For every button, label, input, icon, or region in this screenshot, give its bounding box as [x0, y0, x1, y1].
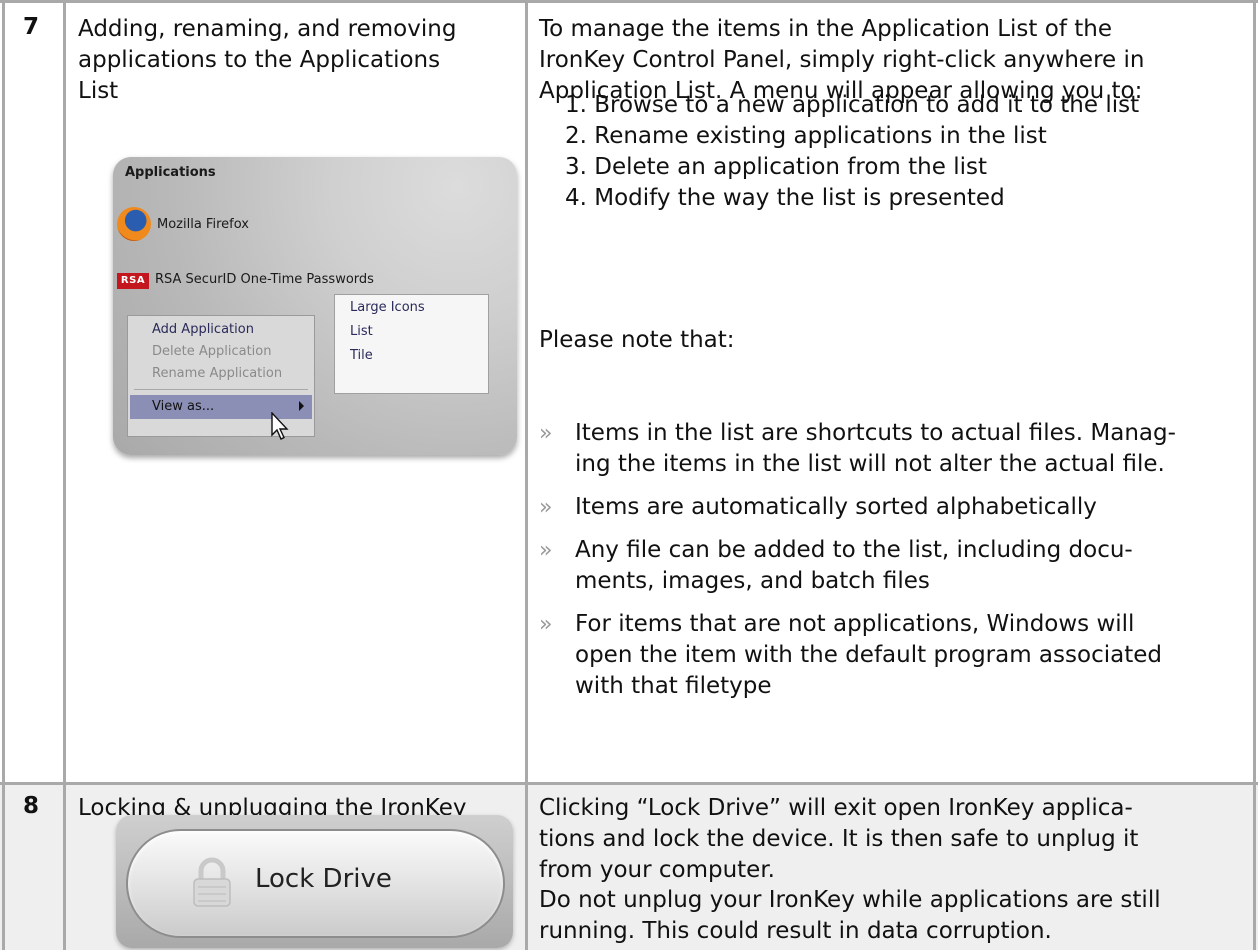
steps-list: 1. Browse to a new application to add it…: [565, 90, 1139, 214]
title-line: applications to the Applications: [78, 47, 441, 73]
desc-line: from your computer.: [539, 857, 775, 883]
desc-line: tions and lock the device. It is then sa…: [539, 826, 1139, 852]
submenu-arrow-icon: [299, 401, 304, 411]
lock-drive-label: Lock Drive: [255, 864, 392, 894]
menu-item-rename-application[interactable]: Rename Application: [152, 366, 282, 381]
padlock-icon: [193, 857, 231, 907]
row-number: 7: [23, 14, 40, 40]
applications-panel-screenshot: Applications Mozilla Firefox RSA RSA Sec…: [113, 157, 517, 455]
note-line: For items that are not applications, Win…: [575, 611, 1135, 637]
view-as-submenu: Large Icons List Tile: [334, 294, 489, 394]
note-item: » Items in the list are shortcuts to act…: [539, 418, 1249, 480]
menu-item-delete-application[interactable]: Delete Application: [152, 344, 271, 359]
double-chevron-icon: »: [539, 421, 553, 446]
note-line: with that filetype: [575, 673, 772, 699]
firefox-icon: [117, 207, 151, 241]
desc-line: IronKey Control Panel, simply right-clic…: [539, 47, 1145, 73]
row-description: Clicking “Lock Drive” will exit open Iro…: [539, 793, 1254, 886]
grid-line: [2, 0, 5, 950]
menu-separator: [134, 389, 308, 390]
double-chevron-icon: »: [539, 495, 553, 520]
note-line: ments, images, and batch files: [575, 568, 930, 594]
note-line: Any file can be added to the list, inclu…: [575, 537, 1133, 563]
menu-item-add-application[interactable]: Add Application: [152, 322, 254, 337]
double-chevron-icon: »: [539, 538, 553, 563]
submenu-item-large-icons[interactable]: Large Icons: [350, 300, 425, 315]
note-item: » Items are automatically sorted alphabe…: [539, 492, 1249, 523]
notes-list: » Items in the list are shortcuts to act…: [539, 418, 1249, 714]
grid-line: [525, 0, 528, 950]
desc-line: Clicking “Lock Drive” will exit open Iro…: [539, 795, 1133, 821]
submenu-item-tile[interactable]: Tile: [350, 348, 373, 363]
note-item: » For items that are not applications, W…: [539, 609, 1249, 702]
row-number: 8: [23, 793, 40, 819]
note-item: » Any file can be added to the list, inc…: [539, 535, 1249, 597]
desc-line: To manage the items in the Application L…: [539, 16, 1112, 42]
submenu-item-list[interactable]: List: [350, 324, 373, 339]
grid-line: [63, 0, 66, 950]
warning-line: Do not unplug your IronKey while applica…: [539, 887, 1161, 913]
panel-title: Applications: [125, 165, 216, 180]
app-item-rsa[interactable]: RSA SecurID One-Time Passwords: [155, 272, 374, 287]
title-line: List: [78, 78, 119, 104]
title-line: Adding, renaming, and removing: [78, 16, 457, 42]
note-line: open the item with the default program a…: [575, 642, 1162, 668]
step-item: 2. Rename existing applications in the l…: [565, 123, 1047, 149]
warning-text: Do not unplug your IronKey while applica…: [539, 885, 1254, 947]
row-title: Adding, renaming, and removing applicati…: [78, 14, 518, 107]
step-item: 3. Delete an application from the list: [565, 154, 987, 180]
double-chevron-icon: »: [539, 612, 553, 637]
rsa-logo-icon: RSA: [117, 273, 149, 289]
grid-line: [0, 0, 1258, 3]
step-item: 4. Modify the way the list is presented: [565, 185, 1005, 211]
note-line: Items in the list are shortcuts to actua…: [575, 420, 1176, 446]
grid-line: [0, 782, 1258, 785]
mouse-cursor-icon: [271, 412, 289, 440]
menu-item-view-as[interactable]: View as...: [152, 399, 214, 414]
note-heading: Please note that:: [539, 327, 735, 353]
note-line: ing the items in the list will not alter…: [575, 451, 1165, 477]
warning-line: running. This could result in data corru…: [539, 918, 1052, 944]
note-line: Items are automatically sorted alphabeti…: [575, 494, 1097, 520]
step-item: 1. Browse to a new application to add it…: [565, 92, 1140, 118]
app-item-firefox[interactable]: Mozilla Firefox: [157, 217, 249, 232]
